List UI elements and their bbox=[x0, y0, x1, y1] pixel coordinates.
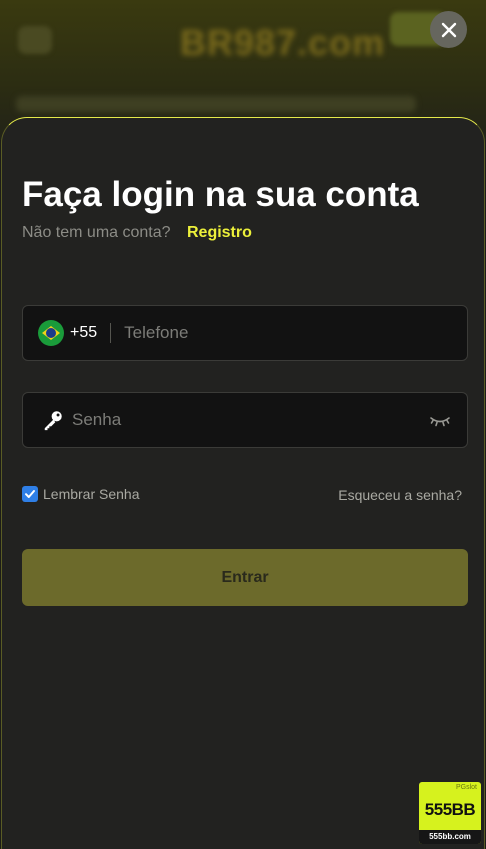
login-modal: Faça login na sua conta Não tem uma cont… bbox=[1, 117, 485, 849]
key-icon bbox=[44, 411, 62, 431]
remember-checkbox[interactable] bbox=[22, 486, 38, 502]
555bb-badge[interactable]: PGslot 555BB 555bb.com bbox=[419, 782, 481, 844]
register-link[interactable]: Registro bbox=[187, 224, 252, 241]
badge-title: 555BB bbox=[424, 800, 476, 819]
password-field[interactable] bbox=[22, 392, 468, 448]
badge-top-text: PGslot bbox=[455, 784, 477, 791]
eye-closed-icon[interactable] bbox=[429, 412, 451, 428]
close-icon bbox=[441, 22, 456, 37]
close-button[interactable] bbox=[430, 11, 467, 48]
phone-field[interactable]: +55 bbox=[22, 305, 468, 361]
page-title: Faça login na sua conta bbox=[22, 175, 419, 214]
header-nav-row bbox=[16, 96, 416, 112]
divider bbox=[110, 323, 112, 343]
remember-label[interactable]: Lembrar Senha bbox=[43, 486, 140, 502]
no-account-text: Não tem uma conta? bbox=[22, 224, 171, 241]
badge-url: 555bb.com bbox=[419, 830, 481, 844]
login-button[interactable]: Entrar bbox=[22, 549, 468, 606]
password-input[interactable] bbox=[72, 410, 429, 430]
country-code[interactable]: +55 bbox=[70, 324, 97, 342]
check-icon bbox=[25, 490, 35, 498]
forgot-password-link[interactable]: Esqueceu a senha? bbox=[338, 487, 462, 503]
menu-icon bbox=[18, 26, 52, 54]
phone-input[interactable] bbox=[124, 323, 467, 343]
register-prompt: Não tem uma conta? Registro bbox=[22, 224, 252, 242]
remember-password[interactable]: Lembrar Senha bbox=[22, 486, 140, 502]
site-logo: BR987.com bbox=[180, 22, 386, 63]
brazil-flag-icon[interactable] bbox=[38, 320, 64, 346]
